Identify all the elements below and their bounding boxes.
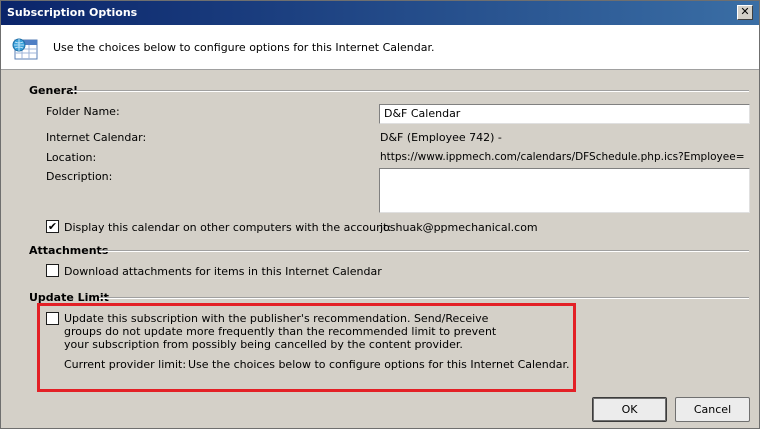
attachments-divider <box>99 250 749 252</box>
description-field[interactable] <box>379 168 750 213</box>
highlight-annotation-box <box>37 303 576 392</box>
description-label: Description: <box>46 170 113 183</box>
download-attachments-label[interactable]: Download attachments for items in this I… <box>64 265 382 278</box>
calendar-globe-icon <box>12 38 38 60</box>
display-calendar-checkbox[interactable]: ✔ <box>46 220 59 233</box>
dialog-header: Use the choices below to configure optio… <box>1 25 759 70</box>
cancel-button[interactable]: Cancel <box>675 397 750 422</box>
display-calendar-label[interactable]: Display this calendar on other computers… <box>64 221 391 234</box>
internet-calendar-value: D&F (Employee 742) - <box>380 131 502 144</box>
account-value: joshuak@ppmechanical.com <box>380 221 538 234</box>
update-limit-divider <box>99 297 749 299</box>
download-attachments-checkbox[interactable] <box>46 264 59 277</box>
folder-name-label: Folder Name: <box>46 105 120 118</box>
header-description: Use the choices below to configure optio… <box>53 41 435 54</box>
window-title: Subscription Options <box>7 6 138 19</box>
attachments-section-title: Attachments <box>29 244 109 257</box>
internet-calendar-label: Internet Calendar: <box>46 131 147 144</box>
ok-button[interactable]: OK <box>592 397 667 422</box>
subscription-options-dialog: Subscription Options ✕ Use the choices b… <box>0 0 760 429</box>
general-divider <box>71 90 749 92</box>
folder-name-field[interactable]: D&F Calendar <box>379 104 750 124</box>
location-value: https://www.ippmech.com/calendars/DFSche… <box>380 151 745 163</box>
location-label: Location: <box>46 151 97 164</box>
title-bar[interactable]: Subscription Options ✕ <box>1 1 759 25</box>
close-button[interactable]: ✕ <box>737 5 753 20</box>
